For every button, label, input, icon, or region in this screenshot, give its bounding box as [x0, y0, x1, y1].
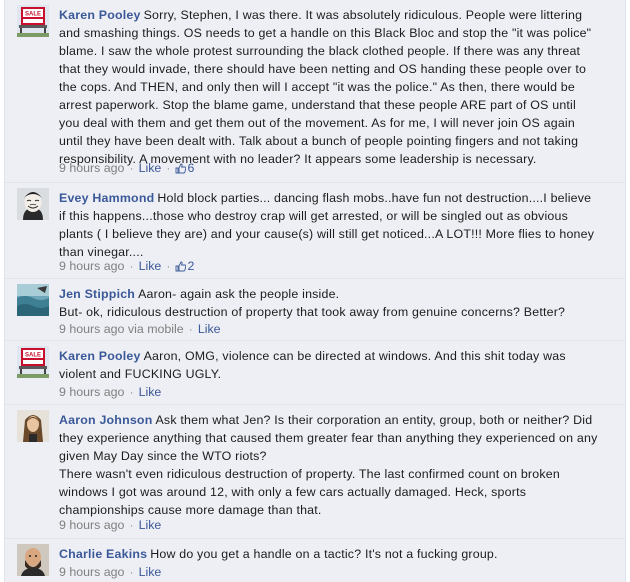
comment-timestamp[interactable]: 9 hours ago: [59, 385, 124, 399]
like-count-link[interactable]: 6: [175, 161, 194, 175]
comment-author-link[interactable]: Karen Pooley: [59, 8, 141, 22]
comment-item: SALE Karen Pooley Sorry, Stephen, I was t…: [5, 0, 625, 183]
comment-body: Jen Stippich Aaron- again ask the people …: [59, 285, 615, 321]
like-link[interactable]: Like: [139, 259, 162, 273]
comment-text-line: How do you get a handle on a tactic? It'…: [150, 547, 498, 561]
comment-author-link[interactable]: Karen Pooley: [59, 349, 141, 363]
comment-body: Karen Pooley Aaron, OMG, violence can be …: [59, 347, 615, 383]
like-link[interactable]: Like: [139, 161, 162, 175]
long-hair-person-avatar-icon[interactable]: [17, 410, 49, 442]
svg-text:SALE: SALE: [25, 353, 41, 359]
comment-text-line: you deal with them and get them out of t…: [59, 116, 575, 130]
comment-text-line: plants ( I believe they are) and your ca…: [59, 227, 595, 241]
comment-text-line: Aaron- again ask the people inside.: [138, 287, 340, 301]
comment-author-link[interactable]: Evey Hammond: [59, 191, 154, 205]
comment-item: Aaron Johnson Ask them what Jen? Is their…: [5, 405, 625, 539]
comment-text-line: if this happens...those who destroy crap…: [59, 209, 568, 223]
like-count-link[interactable]: 2: [175, 259, 194, 273]
thumbs-up-icon: [176, 163, 187, 174]
comment-text-line: until they have been dealt with. Talk ab…: [59, 134, 579, 148]
masked-face-avatar-icon[interactable]: [17, 188, 49, 220]
comment-meta: 9 hours ago · Like: [59, 565, 162, 579]
comment-text-line: and smashing things. OS needs to get a h…: [59, 26, 592, 40]
comment-text-line: championships cause more damage than tha…: [59, 503, 322, 517]
comment-timestamp[interactable]: 9 hours ago: [59, 565, 124, 579]
comment-text-line: Sorry, Stephen, I was there. It was abso…: [143, 8, 583, 22]
comment-timestamp[interactable]: 9 hours ago: [59, 259, 124, 273]
comment-text-line: Hold block parties... dancing flash mobs…: [157, 191, 592, 205]
like-count: 6: [187, 161, 195, 175]
comment-text-line: arrest paperwork. Stop the blame game, u…: [59, 98, 576, 112]
thumbs-up-icon: [176, 261, 187, 272]
comment-text-line: Aaron, OMG, violence can be directed at …: [143, 349, 566, 363]
like-link[interactable]: Like: [139, 385, 162, 399]
comment-author-link[interactable]: Charlie Eakins: [59, 547, 147, 561]
comment-thread: SALE Karen Pooley Sorry, Stephen, I was t…: [4, 0, 626, 582]
like-link[interactable]: Like: [139, 565, 162, 579]
comment-body: Aaron Johnson Ask them what Jen? Is their…: [59, 411, 615, 519]
comment-text-line: violent and FUCKING UGLY.: [59, 367, 222, 381]
comment-body: Karen Pooley Sorry, Stephen, I was there.…: [59, 6, 615, 168]
comment-text-line: Ask them what Jen? Is their corporation …: [155, 413, 593, 427]
comment-timestamp[interactable]: 9 hours ago: [59, 161, 124, 175]
like-link[interactable]: Like: [139, 518, 162, 532]
comment-body: Charlie Eakins How do you get a handle on…: [59, 545, 615, 563]
comment-meta: 9 hours ago · Like · 6: [59, 161, 195, 175]
comment-text-line: given May Day since the WTO riots?: [59, 449, 267, 463]
comment-text-line: But- ok, ridiculous destruction of prope…: [59, 305, 566, 319]
comment-meta: 9 hours ago · Like: [59, 385, 162, 399]
comment-text-line: windows I got was around 12, with only a…: [59, 485, 527, 499]
comment-item: Jen Stippich Aaron- again ask the people …: [5, 279, 625, 341]
for-sale-sign-avatar-icon[interactable]: SALE: [17, 346, 49, 378]
comment-author-link[interactable]: Jen Stippich: [59, 287, 135, 301]
comment-source: via mobile: [127, 322, 184, 336]
comment-text-line: the cops. And THEN, and only then will I…: [59, 80, 575, 94]
comment-item: Charlie Eakins How do you get a handle on…: [5, 539, 625, 582]
water-photo-avatar-icon[interactable]: [17, 284, 49, 316]
for-sale-sign-avatar-icon[interactable]: SALE: [17, 5, 49, 37]
comment-meta: 9 hours ago via mobile · Like: [59, 322, 221, 336]
comment-text-line: There wasn't even ridiculous destruction…: [59, 467, 560, 481]
svg-text:SALE: SALE: [25, 12, 41, 18]
comment-body: Evey Hammond Hold block parties... dancin…: [59, 189, 615, 261]
comment-author-link[interactable]: Aaron Johnson: [59, 413, 152, 427]
comment-item: Evey Hammond Hold block parties... dancin…: [5, 183, 625, 279]
comment-timestamp[interactable]: 9 hours ago: [59, 518, 124, 532]
comment-text-line: blame. I saw the whole protest surroundi…: [59, 44, 581, 58]
like-count: 2: [187, 259, 195, 273]
comment-meta: 9 hours ago · Like: [59, 518, 162, 532]
bald-man-avatar-icon[interactable]: [17, 544, 49, 576]
like-link[interactable]: Like: [198, 322, 221, 336]
comment-timestamp[interactable]: 9 hours ago: [59, 322, 124, 336]
comment-text-line: they experience anything that caused the…: [59, 431, 598, 445]
comment-text-line: that they would invade, there should hav…: [59, 62, 587, 76]
comment-item: SALE Karen Pooley Aaron, OMG, violence ca…: [5, 341, 625, 405]
comment-meta: 9 hours ago · Like · 2: [59, 259, 195, 273]
